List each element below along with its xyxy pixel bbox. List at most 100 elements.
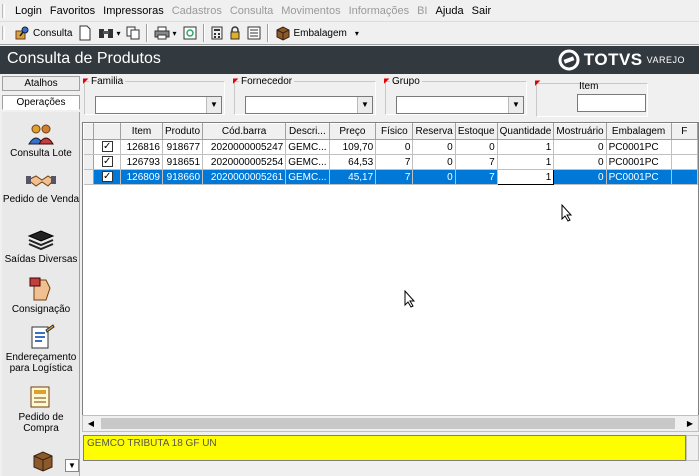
familia-select[interactable]: ▼	[95, 96, 222, 114]
cell-preco[interactable]: 109,70	[329, 139, 377, 155]
scroll-right-icon[interactable]: ▶	[682, 416, 698, 431]
cell-mostruario[interactable]: 0	[553, 154, 607, 170]
sidebar-scroll-down[interactable]: ▼	[65, 459, 79, 472]
required-marker: ◤	[384, 78, 390, 85]
chevron-down-icon[interactable]: ▾	[172, 29, 176, 38]
sidebar-item-consignacao[interactable]: Consignação	[2, 276, 80, 315]
column-header-preco[interactable]: Preço	[328, 123, 377, 140]
column-header-item[interactable]: Item	[120, 123, 163, 140]
table-row[interactable]: ✓ 126816 918677 2020000005247 GEMC... 10…	[83, 139, 699, 155]
horizontal-scrollbar[interactable]: ◀ ▶	[82, 415, 699, 432]
cell-produto[interactable]: 918660	[162, 169, 204, 185]
menu-sair[interactable]: Sair	[468, 5, 496, 17]
checkmark-icon[interactable]: ✓	[101, 156, 113, 168]
cell-reserva[interactable]: 0	[412, 139, 456, 155]
cell-fisico[interactable]: 7	[375, 169, 414, 185]
menu-ajuda[interactable]: Ajuda	[432, 5, 468, 17]
cell-estoque[interactable]: 7	[455, 154, 498, 170]
table-row-selected[interactable]: ✓ 126809 918660 2020000005261 GEMC... 45…	[83, 169, 699, 185]
cell-estoque[interactable]: 0	[455, 139, 498, 155]
cell-estoque[interactable]: 7	[455, 169, 498, 185]
chevron-down-icon[interactable]: ▾	[116, 29, 120, 38]
column-header-descricao[interactable]: Descri...	[285, 123, 330, 140]
cell-preco[interactable]: 64,53	[329, 154, 377, 170]
cell-item[interactable]: 126793	[120, 154, 163, 170]
row-checkbox[interactable]: ✓	[93, 169, 122, 185]
menu-favoritos[interactable]: Favoritos	[46, 5, 99, 17]
chevron-down-icon[interactable]: ▼	[206, 97, 221, 113]
cell-produto[interactable]: 918677	[162, 139, 204, 155]
column-header-check[interactable]	[93, 123, 122, 140]
column-header-f[interactable]: F	[670, 123, 699, 140]
embalagem-button[interactable]: Embalagem ▾	[272, 23, 362, 43]
cell-item[interactable]: 126809	[120, 169, 163, 185]
chevron-down-icon[interactable]: ▼	[357, 97, 372, 113]
cell-fisico[interactable]: 0	[375, 139, 414, 155]
required-marker: ◤	[83, 78, 89, 85]
grupo-select[interactable]: ▼	[396, 96, 524, 114]
checkmark-icon[interactable]: ✓	[101, 171, 113, 183]
fornecedor-select[interactable]: ▼	[245, 96, 373, 114]
cell-f[interactable]	[671, 154, 699, 170]
consulta-button[interactable]: Consulta	[11, 23, 75, 43]
column-header-estoque[interactable]: Estoque	[454, 123, 498, 140]
list-button[interactable]	[244, 23, 264, 43]
column-header-produto[interactable]: Produto	[161, 123, 204, 140]
cell-embalagem[interactable]: PC0001PC	[606, 169, 672, 185]
cell-mostruario[interactable]: 0	[553, 169, 607, 185]
cell-codbarra[interactable]: 2020000005254	[202, 154, 287, 170]
cell-quantidade[interactable]: 1	[497, 154, 555, 170]
row-checkbox[interactable]: ✓	[93, 139, 122, 155]
cell-f[interactable]	[671, 139, 699, 155]
cell-embalagem[interactable]: PC0001PC	[606, 139, 672, 155]
chevron-down-icon[interactable]: ▾	[355, 29, 359, 38]
cell-reserva[interactable]: 0	[412, 169, 456, 185]
sidebar: Atalhos Operações Consulta Lote Pedido d…	[0, 76, 80, 476]
cell-f[interactable]	[671, 169, 699, 185]
lock-button[interactable]	[226, 23, 244, 43]
binoculars-button[interactable]: ▾	[95, 23, 123, 43]
cell-produto[interactable]: 918651	[162, 154, 204, 170]
scrollbar-thumb[interactable]	[101, 418, 675, 429]
cell-quantidade-editor[interactable]: 1	[496, 169, 555, 185]
cell-embalagem[interactable]: PC0001PC	[606, 154, 672, 170]
print-button[interactable]: ▾	[151, 23, 179, 43]
column-header-fisico[interactable]: Físico	[375, 123, 414, 140]
menu-impressoras[interactable]: Impressoras	[99, 5, 168, 17]
calculator-button[interactable]	[208, 23, 226, 43]
cell-preco[interactable]: 45,17	[329, 169, 377, 185]
cell-fisico[interactable]: 7	[375, 154, 414, 170]
column-header-embalagem[interactable]: Embalagem	[605, 123, 672, 140]
item-input[interactable]	[577, 94, 646, 112]
cell-mostruario[interactable]: 0	[553, 139, 607, 155]
column-header-reserva[interactable]: Reserva	[412, 123, 456, 140]
sidebar-item-saidas-diversas[interactable]: Saídas Diversas	[2, 228, 80, 265]
column-header-codbarra[interactable]: Cód.barra	[202, 123, 287, 140]
chevron-down-icon[interactable]: ▼	[508, 97, 523, 113]
sidebar-item-pedido-compra[interactable]: Pedido de Compra	[2, 384, 80, 434]
new-document-button[interactable]	[75, 23, 95, 43]
column-header-quantidade[interactable]: Quantidade	[496, 123, 555, 140]
sidebar-item-enderecamento[interactable]: Endereçamento para Logística	[2, 324, 80, 374]
cell-codbarra[interactable]: 2020000005261	[202, 169, 287, 185]
cell-codbarra[interactable]: 2020000005247	[202, 139, 287, 155]
tab-operacoes[interactable]: Operações	[2, 95, 80, 110]
copy-button[interactable]	[123, 23, 143, 43]
sidebar-item-pedido-venda[interactable]: Pedido de Venda	[2, 168, 80, 205]
row-checkbox[interactable]: ✓	[93, 154, 122, 170]
menu-login[interactable]: Login	[11, 5, 46, 17]
cell-item[interactable]: 126816	[120, 139, 163, 155]
tab-atalhos[interactable]: Atalhos	[2, 76, 80, 91]
cell-descricao[interactable]: GEMC...	[285, 139, 330, 155]
tools-button[interactable]	[180, 23, 200, 43]
checkmark-icon[interactable]: ✓	[101, 141, 113, 153]
cell-reserva[interactable]: 0	[412, 154, 456, 170]
sidebar-item-consulta-lote[interactable]: Consulta Lote	[2, 122, 80, 159]
cell-descricao[interactable]: GEMC...	[285, 169, 330, 185]
cell-quantidade[interactable]: 1	[497, 139, 555, 155]
table-row[interactable]: ✓ 126793 918651 2020000005254 GEMC... 64…	[83, 154, 699, 170]
status-scrollbar[interactable]	[686, 435, 699, 461]
scroll-left-icon[interactable]: ◀	[83, 416, 99, 431]
column-header-mostruario[interactable]: Mostruário	[553, 123, 607, 140]
cell-descricao[interactable]: GEMC...	[285, 154, 330, 170]
